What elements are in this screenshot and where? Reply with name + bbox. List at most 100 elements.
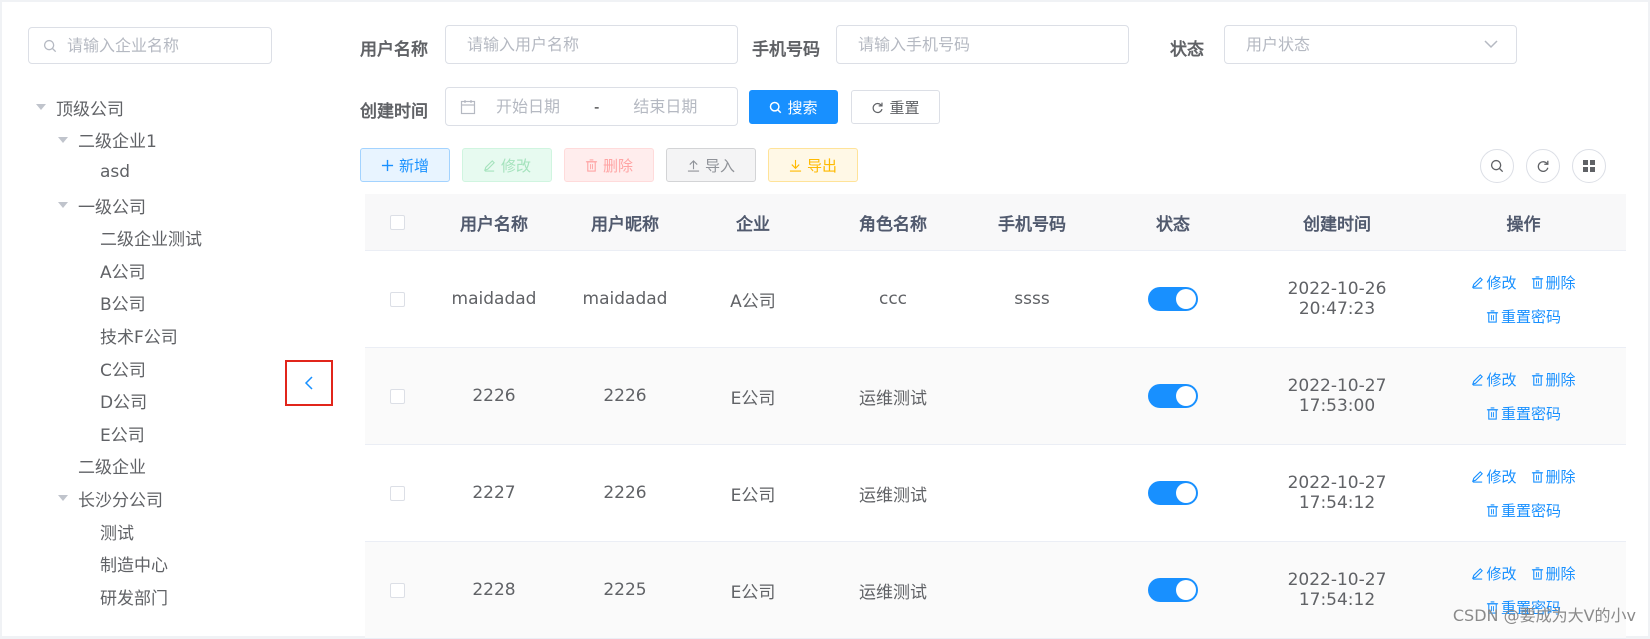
- tree-node-label: B公司: [100, 295, 146, 316]
- cell-status: [1093, 578, 1253, 602]
- date-separator: -: [594, 97, 600, 116]
- caret-down-icon[interactable]: [58, 495, 68, 502]
- switch-knob: [1176, 580, 1196, 600]
- status-switch[interactable]: [1148, 481, 1198, 505]
- search-button[interactable]: 搜索: [749, 90, 838, 124]
- tree-node[interactable]: B公司: [28, 287, 288, 320]
- column-header: 企业: [736, 214, 770, 235]
- select-all-cell: [365, 214, 429, 230]
- row-checkbox[interactable]: [389, 582, 405, 598]
- phone-input[interactable]: [856, 34, 1105, 55]
- row-delete-link[interactable]: 删除: [1531, 466, 1576, 487]
- tree-node[interactable]: 顶级公司: [28, 91, 288, 124]
- cell-company: E公司: [730, 582, 776, 603]
- status-select[interactable]: [1224, 25, 1517, 64]
- tree-node[interactable]: 技术F公司: [28, 319, 288, 352]
- row-edit-link[interactable]: 修改: [1471, 272, 1517, 293]
- watermark: CSDN @要成为大V的小v: [1452, 606, 1636, 625]
- end-date-input[interactable]: [613, 96, 718, 117]
- tree-node[interactable]: 二级企业测试: [28, 221, 288, 254]
- status-select-input[interactable]: [1244, 34, 1493, 55]
- date-range-picker[interactable]: -: [445, 87, 738, 126]
- username-input[interactable]: [465, 34, 714, 55]
- delete-button[interactable]: 删除: [564, 148, 654, 182]
- column-header: 状态: [1156, 214, 1190, 235]
- cell-username: 2227: [472, 483, 516, 503]
- row-edit-link[interactable]: 修改: [1471, 466, 1517, 487]
- caret-down-icon[interactable]: [36, 104, 46, 111]
- grid-icon: [1583, 160, 1595, 172]
- tree-node[interactable]: A公司: [28, 254, 288, 287]
- row-delete-link[interactable]: 删除: [1531, 272, 1576, 293]
- export-button-label: 导出: [806, 156, 837, 175]
- select-cell: [365, 485, 429, 501]
- toggle-search-button[interactable]: [1480, 149, 1514, 183]
- created-time-label: 创建时间: [360, 102, 428, 122]
- tree-node[interactable]: 二级企业: [28, 450, 288, 483]
- tree-node-label: 二级企业测试: [100, 230, 202, 251]
- tree-node[interactable]: 研发部门: [28, 580, 288, 613]
- tree-node-label: 长沙分公司: [78, 490, 163, 511]
- trash-icon: [1531, 469, 1543, 483]
- refresh-icon: [873, 102, 884, 113]
- reset-button[interactable]: 重置: [851, 90, 940, 124]
- tree-node[interactable]: 长沙分公司: [28, 482, 288, 515]
- row-reset-password-label: 重置密码: [1500, 501, 1561, 520]
- row-reset-password-link[interactable]: 重置密码: [1486, 306, 1561, 327]
- edit-button[interactable]: 修改: [462, 148, 552, 182]
- status-switch[interactable]: [1148, 384, 1198, 408]
- trash-icon: [1486, 406, 1499, 420]
- column-header: 用户昵称: [591, 214, 659, 235]
- tree-node[interactable]: C公司: [28, 352, 288, 385]
- trash-icon: [1486, 309, 1499, 323]
- column-header: 手机号码: [998, 214, 1066, 235]
- export-button[interactable]: 导出: [768, 148, 858, 182]
- tree-node-label: A公司: [100, 262, 146, 283]
- row-checkbox[interactable]: [389, 485, 405, 501]
- phone-field[interactable]: [836, 25, 1129, 64]
- cell-username: 2226: [472, 386, 516, 406]
- refresh-table-button[interactable]: [1526, 149, 1560, 183]
- username-field[interactable]: [445, 25, 738, 64]
- tree-node[interactable]: D公司: [28, 384, 288, 417]
- cell-role: 运维测试: [859, 388, 927, 409]
- row-delete-link[interactable]: 删除: [1531, 369, 1576, 390]
- tree-node-label: 二级企业: [78, 458, 146, 479]
- tree-node[interactable]: 一级公司: [28, 189, 288, 222]
- import-button-label: 导入: [704, 156, 735, 175]
- company-search-input[interactable]: [65, 35, 259, 56]
- add-button[interactable]: 新增: [360, 148, 450, 182]
- status-switch[interactable]: [1148, 578, 1198, 602]
- collapse-sidebar-button[interactable]: [285, 360, 333, 406]
- trash-icon: [1531, 566, 1543, 580]
- row-delete-label: 删除: [1545, 467, 1576, 486]
- add-button-label: 新增: [398, 156, 429, 175]
- row-reset-password-link[interactable]: 重置密码: [1486, 500, 1561, 521]
- row-checkbox[interactable]: [389, 291, 405, 307]
- tree-node-label: E公司: [100, 425, 145, 446]
- column-settings-button[interactable]: [1572, 149, 1606, 183]
- status-switch[interactable]: [1148, 287, 1198, 311]
- tree-node[interactable]: asd: [28, 156, 288, 189]
- company-search-field[interactable]: [28, 27, 272, 64]
- select-all-checkbox[interactable]: [389, 214, 405, 230]
- tree-node[interactable]: E公司: [28, 417, 288, 450]
- row-edit-link[interactable]: 修改: [1471, 369, 1517, 390]
- cell-status: [1093, 287, 1253, 311]
- row-reset-password-label: 重置密码: [1500, 404, 1561, 423]
- caret-down-icon[interactable]: [58, 202, 68, 209]
- row-edit-link[interactable]: 修改: [1471, 563, 1517, 584]
- tree-node[interactable]: 二级企业1: [28, 124, 288, 157]
- tree-node[interactable]: 制造中心: [28, 547, 288, 580]
- switch-knob: [1176, 483, 1196, 503]
- edit-icon: [1472, 373, 1484, 386]
- row-delete-link[interactable]: 删除: [1531, 563, 1576, 584]
- cell-nickname: 2226: [603, 483, 647, 503]
- start-date-input[interactable]: [476, 96, 580, 117]
- tree-node[interactable]: 测试: [28, 515, 288, 548]
- row-reset-password-link[interactable]: 重置密码: [1486, 403, 1561, 424]
- row-checkbox[interactable]: [389, 388, 405, 404]
- import-button[interactable]: 导入: [666, 148, 756, 182]
- cell-actions: 修改 删除重置密码: [1421, 272, 1626, 327]
- caret-down-icon[interactable]: [58, 136, 68, 143]
